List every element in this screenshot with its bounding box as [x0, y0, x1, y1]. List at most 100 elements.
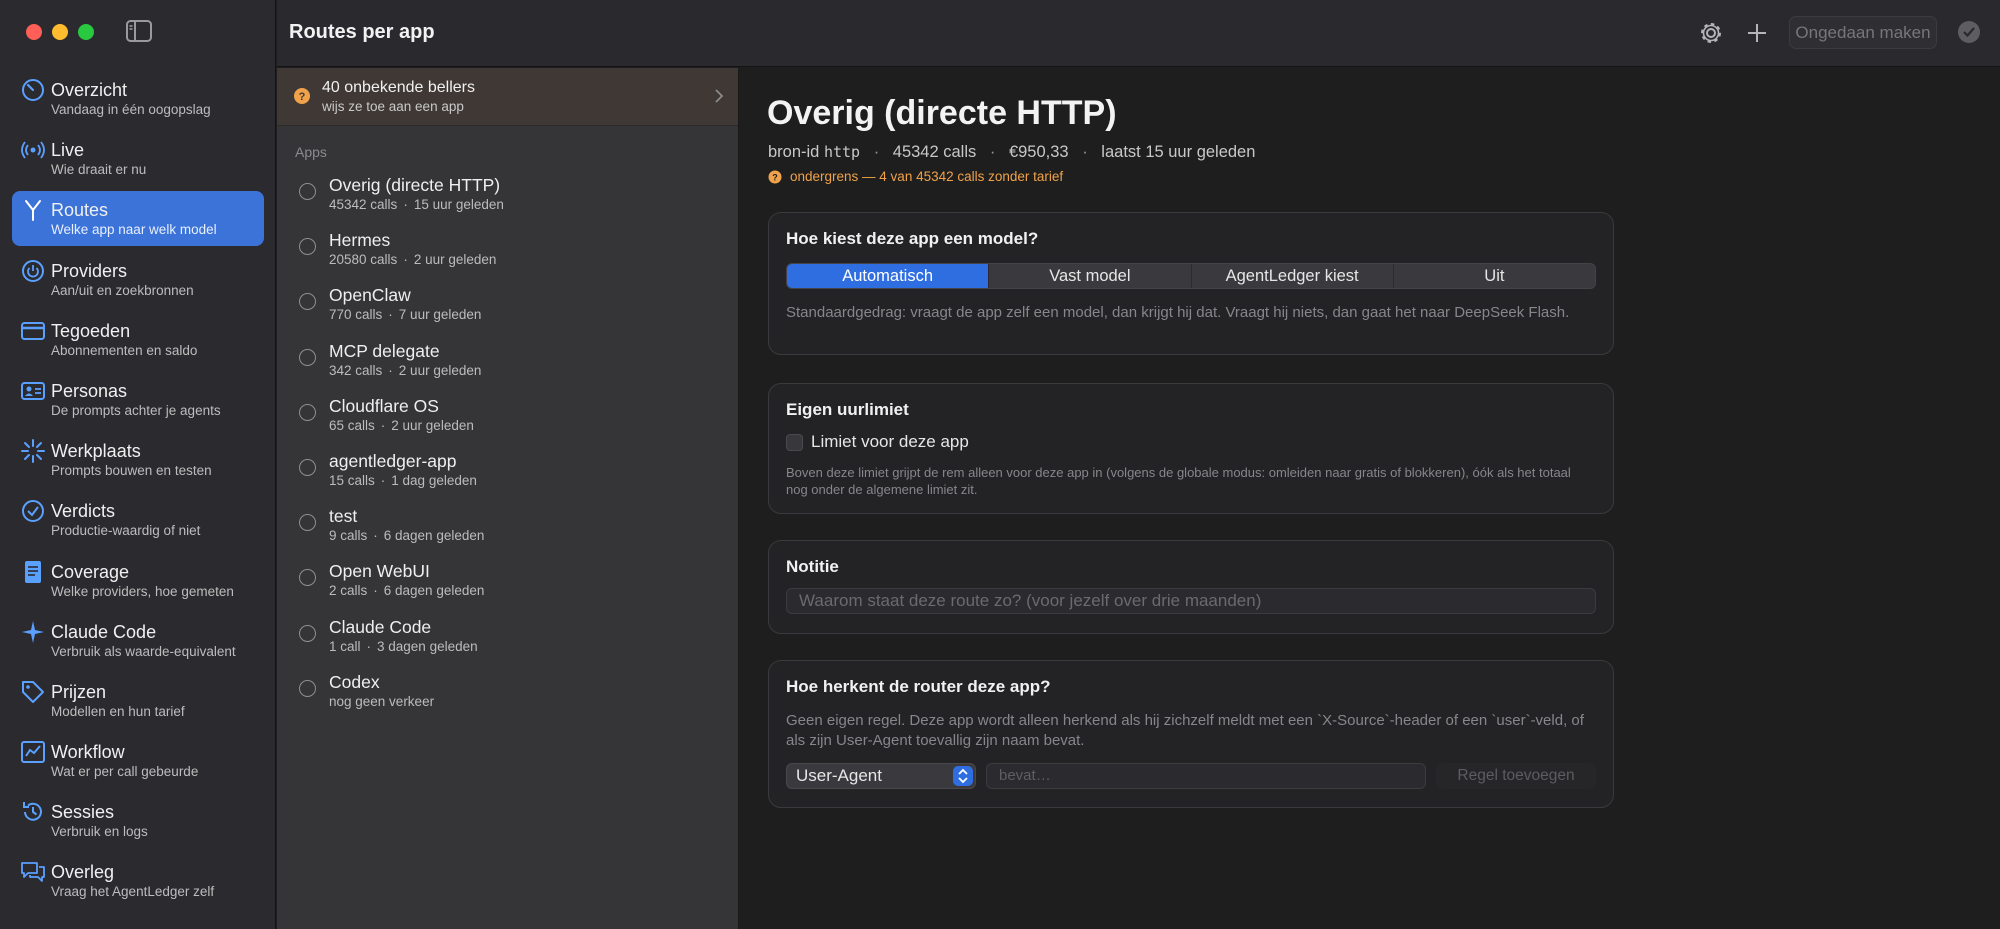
app-calls: 1 call	[329, 638, 361, 654]
app-meta: 20580 calls · 2 uur geleden	[329, 252, 497, 268]
radio-circle-icon	[299, 458, 316, 476]
app-calls: 2 calls	[329, 583, 368, 599]
app-last-seen: 3 dagen geleden	[377, 638, 478, 654]
sidebar-item-label: Sessies	[51, 802, 115, 823]
segment-automatisch[interactable]: Automatisch	[787, 264, 990, 288]
zoom-window-button[interactable]	[78, 24, 94, 40]
sidebar-item-subtitle: Wat er per call gebeurde	[51, 764, 199, 780]
sidebar-item-sessies[interactable]: Sessies Verbruik en logs	[12, 793, 264, 848]
segment-vast-model[interactable]: Vast model	[989, 264, 1192, 288]
sidebar-item-providers[interactable]: Providers Aan/uit en zoekbronnen	[12, 252, 264, 307]
sidebar-item-personas[interactable]: Personas De prompts achter je agents	[12, 372, 264, 427]
card-title: Eigen uurlimiet	[786, 400, 909, 419]
list-item[interactable]: Cloudflare OS 65 calls · 2 uur geleden	[277, 391, 738, 446]
app-last-seen: 6 dagen geleden	[383, 583, 485, 599]
list-item[interactable]: Overig (directe HTTP) 45342 calls · 15 uur…	[277, 170, 738, 225]
plus-icon[interactable]	[1743, 19, 1771, 47]
app-meta: 65 calls · 2 uur geleden	[329, 417, 474, 433]
detail-cost: €950,33	[1008, 143, 1069, 161]
list-item[interactable]: Open WebUI 2 calls · 6 dagen geleden	[277, 556, 738, 611]
list-item[interactable]: Hermes 20580 calls · 2 uur geleden	[277, 225, 738, 280]
sidebar-item-label: Live	[51, 140, 85, 161]
app-name: Hermes	[329, 230, 391, 251]
list-item[interactable]: agentledger-app 15 calls · 1 dag geleden	[277, 446, 738, 501]
list-item[interactable]: OpenClaw 770 calls · 7 uur geleden	[277, 280, 738, 335]
sidebar-item-prijzen[interactable]: Prijzen Modellen en hun tarief	[12, 673, 264, 728]
checkmark-circle-icon[interactable]	[1955, 18, 1983, 46]
list-item[interactable]: Codex nog geen verkeer	[277, 667, 738, 722]
sidebar-toggle-icon[interactable]	[126, 20, 152, 42]
sidebar-item-coverage[interactable]: Coverage Welke providers, hoe gemeten	[12, 553, 264, 608]
segment-agentledger-kiest[interactable]: AgentLedger kiest	[1192, 264, 1394, 288]
minimize-window-button[interactable]	[52, 24, 68, 40]
question-mark-icon: ?	[294, 88, 310, 104]
app-meta: 2 calls · 6 dagen geleden	[329, 583, 485, 599]
limit-checkbox[interactable]	[786, 433, 803, 451]
sidebar-item-workflow[interactable]: Workflow Wat er per call gebeurde	[12, 733, 264, 788]
app-calls: 65 calls	[329, 417, 375, 433]
sidebar-item-overleg[interactable]: Overleg Vraag het AgentLedger zelf	[12, 853, 264, 908]
segment-uit[interactable]: Uit	[1394, 264, 1595, 288]
chevron-right-icon	[715, 89, 724, 103]
card-title: Notitie	[786, 557, 839, 576]
sidebar-item-subtitle: Abonnementen en saldo	[51, 342, 198, 358]
banner-title: 40 onbekende bellers	[322, 79, 476, 96]
app-calls: 15 calls	[329, 472, 375, 488]
sidebar-item-label: Providers	[51, 260, 128, 281]
sidebar-item-werkplaats[interactable]: Werkplaats Prompts bouwen en testen	[12, 432, 264, 487]
app-last-seen: 2 uur geleden	[391, 417, 474, 433]
app-last-seen: 1 dag geleden	[391, 472, 477, 488]
close-window-button[interactable]	[26, 24, 42, 40]
rule-field-select[interactable]: User-Agent	[786, 763, 976, 789]
list-item[interactable]: Claude Code 1 call · 3 dagen geleden	[277, 612, 738, 667]
rule-contains-input[interactable]: bevat…	[986, 763, 1426, 789]
app-name: Overig (directe HTTP)	[329, 175, 501, 195]
sidebar: Overzicht Vandaag in één oogopslag Live …	[0, 0, 276, 929]
sidebar-item-verdicts[interactable]: Verdicts Productie-waardig of niet	[12, 492, 264, 547]
sidebar-item-overzicht[interactable]: Overzicht Vandaag in één oogopslag	[12, 71, 264, 126]
radio-circle-icon	[299, 293, 316, 311]
app-meta: nog geen verkeer	[329, 693, 738, 711]
sidebar-item-label: Coverage	[51, 561, 130, 582]
unknown-callers-banner[interactable]: ? 40 onbekende bellers wijs ze toe aan e…	[277, 68, 738, 126]
sidebar-item-label: Personas	[51, 380, 128, 401]
gear-icon[interactable]	[1697, 19, 1725, 47]
document-icon	[25, 560, 41, 583]
radio-circle-icon	[299, 348, 316, 366]
app-name: Cloudflare OS	[329, 395, 439, 416]
card-title: Hoe herkent de router deze app?	[786, 677, 1051, 696]
sidebar-item-label: Routes	[51, 200, 109, 221]
note-input[interactable]: Waarom staat deze route zo? (voor jezelf…	[786, 588, 1596, 614]
app-meta: 1 call · 3 dagen geleden	[329, 638, 478, 654]
list-section-header: Apps	[295, 144, 327, 160]
chat-bubbles-icon	[21, 862, 45, 883]
history-icon	[23, 802, 42, 821]
undo-button[interactable]: Ongedaan maken	[1789, 16, 1937, 49]
chart-icon	[21, 741, 45, 764]
radio-circle-icon	[299, 624, 316, 642]
list-item[interactable]: MCP delegate 342 calls · 2 uur geleden	[277, 336, 738, 391]
sidebar-item-label: Overzicht	[51, 80, 128, 100]
banner-subtitle: wijs ze toe aan een app	[322, 99, 464, 114]
card-help-text: Standaardgedrag: vraagt de app zelf een …	[786, 304, 1570, 321]
list-item[interactable]: test 9 calls · 6 dagen geleden	[277, 501, 738, 556]
model-choice-card: Hoe kiest deze app een model? Automatisc…	[768, 212, 1614, 355]
app-name: Open WebUI	[329, 561, 430, 582]
tag-icon	[22, 680, 44, 703]
app-last-seen: 7 uur geleden	[398, 307, 482, 323]
sidebar-item-claude-code[interactable]: Claude Code Verbruik als waarde-equivale…	[12, 613, 264, 668]
limit-checkbox-row[interactable]: Limiet voor deze app	[786, 432, 1596, 452]
add-rule-button[interactable]: Regel toevoegen	[1436, 763, 1596, 789]
sidebar-item-tegoeden[interactable]: Tegoeden Abonnementen en saldo	[12, 312, 264, 367]
sidebar-item-live[interactable]: Live Wie draait er nu	[12, 131, 264, 186]
svg-text:?: ?	[772, 172, 778, 182]
sidebar-item-subtitle: Modellen en hun tarief	[51, 703, 185, 719]
model-mode-segmented-control[interactable]: Automatisch Vast model AgentLedger kiest…	[786, 263, 1596, 289]
sidebar-item-subtitle: Wie draait er nu	[51, 162, 147, 178]
app-name: Claude Code	[329, 616, 432, 637]
app-meta: 9 calls · 6 dagen geleden	[329, 528, 485, 544]
sidebar-item-routes[interactable]: Routes Welke app naar welk model	[12, 191, 264, 247]
radio-circle-icon	[299, 514, 316, 532]
hour-limit-card: Eigen uurlimiet Limiet voor deze app Bov…	[768, 383, 1614, 514]
app-meta: 45342 calls · 15 uur geleden	[329, 197, 504, 212]
